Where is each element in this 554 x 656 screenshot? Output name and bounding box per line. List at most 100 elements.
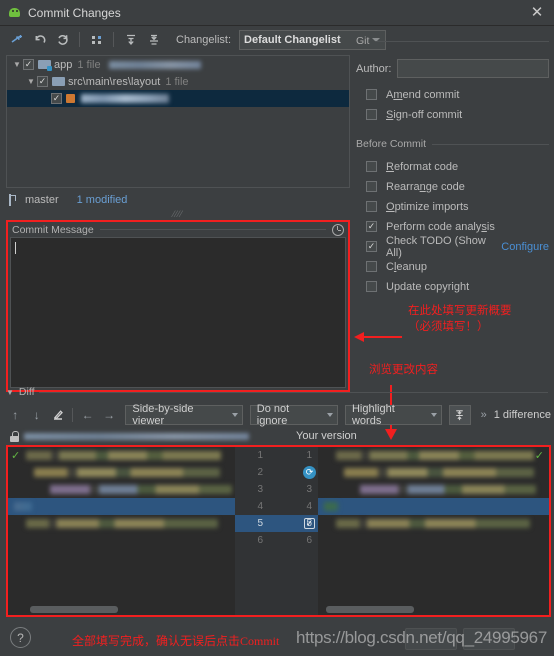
viewer-mode-dropdown[interactable]: Side-by-side viewer (125, 403, 243, 427)
amend-commit-label: Amend commit (386, 88, 460, 101)
tree-row-count: 1 file (165, 75, 189, 88)
diff-gutter: 1 1 2 2 ⟳ 3 3 4 4 5 5 (235, 447, 318, 615)
gutter-line-highlighted: 5 5 (235, 515, 318, 532)
ignore-mode-dropdown[interactable]: Do not ignore (249, 403, 338, 427)
splitter-handle[interactable]: ⁄⁄⁄⁄ (6, 210, 350, 219)
branch-icon (8, 194, 19, 206)
diff-pane-right[interactable]: ✓ (318, 447, 549, 615)
android-studio-icon (8, 6, 21, 19)
highlight-mode-dropdown[interactable]: Highlight words (344, 403, 443, 427)
commit-message-header: Commit Message (8, 222, 348, 237)
diff-pane-left[interactable]: ✓ (8, 447, 235, 615)
collapse-unchanged-icon[interactable] (449, 405, 471, 425)
cleanup-label: Cleanup (386, 260, 427, 273)
configure-link[interactable]: Configure (501, 241, 549, 253)
changelist-value: Default Changelist (244, 33, 341, 46)
tree-row-label: app (54, 58, 73, 71)
diff-collapse-icon[interactable]: ▼ (6, 388, 14, 397)
chevron-down-icon (231, 413, 238, 417)
tree-expander-icon[interactable]: ▼ (25, 77, 37, 86)
commit-message-panel: Commit Message (6, 220, 350, 392)
tree-row-checkbox[interactable] (51, 93, 62, 104)
clock-history-icon[interactable] (332, 223, 344, 236)
diff-viewer[interactable]: ✓ 1 1 2 ⟳ 3 3 4 4 5 5 ✓ 6 6 ✓ (6, 445, 551, 617)
tree-row[interactable]: ▼ app 1 file (7, 56, 349, 73)
text-caret (15, 242, 16, 254)
checkbox-box[interactable] (366, 221, 377, 232)
update-copyright-checkbox[interactable]: Update copyright (366, 278, 549, 295)
add-to-changelist-icon[interactable] (6, 29, 27, 50)
cancel-button[interactable] (463, 628, 515, 650)
toolbar-separator (79, 32, 80, 47)
next-difference-icon[interactable]: ↓ (27, 406, 45, 425)
difference-count: 1 difference (493, 409, 551, 421)
header-divider (99, 229, 326, 230)
modified-count-link[interactable]: 1 modified (77, 194, 128, 206)
tree-row-checkbox[interactable] (37, 76, 48, 87)
cleanup-checkbox[interactable]: Cleanup (366, 258, 549, 275)
folder-icon (52, 76, 65, 87)
group-by-icon[interactable] (86, 29, 107, 50)
amend-commit-checkbox[interactable]: Amend commit (366, 86, 549, 103)
line-number-left: 6 (257, 535, 263, 546)
checkbox-box[interactable] (366, 281, 377, 292)
sign-off-commit-checkbox[interactable]: Sign-off commit (366, 106, 549, 123)
branch-name: master (25, 194, 59, 206)
accept-right-icon[interactable]: → (100, 406, 118, 425)
revert-change-icon[interactable]: ⟳ (303, 466, 316, 479)
tree-row[interactable]: ▼ src\main\res\layout 1 file (7, 73, 349, 90)
close-icon[interactable]: ✕ (528, 4, 546, 22)
tree-expander-icon[interactable]: ▼ (11, 60, 23, 69)
checkbox-box[interactable] (366, 161, 377, 172)
checkbox-box[interactable] (366, 109, 377, 120)
optimize-imports-checkbox[interactable]: Optimize imports (366, 198, 549, 215)
changed-files-tree[interactable]: ▼ app 1 file ▼ src\main\res\layout 1 fil… (6, 55, 350, 188)
expand-all-icon[interactable] (120, 29, 141, 50)
line-number-left: 1 (257, 450, 263, 461)
diff-path-bar: Your version (6, 428, 551, 444)
group-divider (375, 40, 549, 42)
horizontal-scrollbar-left[interactable] (30, 606, 118, 613)
code-line: ✓ (8, 447, 235, 464)
code-line (318, 515, 549, 532)
commit-message-annotation-line1: 在此处填写更新概要 (408, 305, 512, 317)
rearrange-code-checkbox[interactable]: Rearrange code (366, 178, 549, 195)
checkbox-box[interactable] (366, 89, 377, 100)
check-todo-label: Check TODO (Show All) (386, 234, 486, 259)
accept-left-icon[interactable]: ← (78, 406, 96, 425)
code-line: ✓ (318, 447, 549, 464)
rollback-icon[interactable] (29, 29, 50, 50)
tree-row-checkbox[interactable] (23, 59, 34, 70)
expand-glyph[interactable]: » (481, 409, 487, 421)
line-number-right: 6 (306, 535, 312, 546)
checkbox-box[interactable] (366, 261, 377, 272)
window-title: Commit Changes (28, 5, 121, 20)
horizontal-scrollbar-right[interactable] (326, 606, 414, 613)
tree-row[interactable] (7, 90, 349, 107)
check-todo-checkbox[interactable]: Check TODO (Show All) Configure (366, 235, 549, 259)
checkbox-box[interactable] (366, 201, 377, 212)
checkbox-box[interactable] (366, 181, 377, 192)
blurred-file-name (81, 94, 169, 103)
optimize-imports-label: Optimize imports (386, 200, 469, 213)
commit-message-input[interactable] (10, 237, 346, 388)
line-number-left: 3 (257, 484, 263, 495)
line-number-left: 4 (257, 501, 263, 512)
apply-change-checkbox[interactable] (304, 518, 315, 529)
your-version-label: Your version (296, 430, 357, 442)
previous-difference-icon[interactable]: ↑ (6, 406, 24, 425)
author-field[interactable] (397, 59, 549, 78)
edit-source-icon[interactable] (49, 406, 67, 425)
checkbox-box[interactable] (366, 241, 377, 252)
git-group-header: Git (356, 34, 549, 48)
before-commit-group-header: Before Commit (356, 137, 549, 151)
refresh-icon[interactable] (52, 29, 73, 50)
collapse-all-icon[interactable] (143, 29, 164, 50)
diff-ok-marker-right: ✓ (534, 450, 544, 462)
perform-code-analysis-checkbox[interactable]: Perform code analysis (366, 218, 549, 235)
help-button[interactable]: ? (10, 627, 31, 648)
commit-button[interactable] (405, 628, 457, 650)
diff-section-header[interactable]: ▼ Diff (6, 385, 548, 399)
code-line (8, 481, 235, 498)
reformat-code-checkbox[interactable]: Reformat code (366, 158, 549, 175)
